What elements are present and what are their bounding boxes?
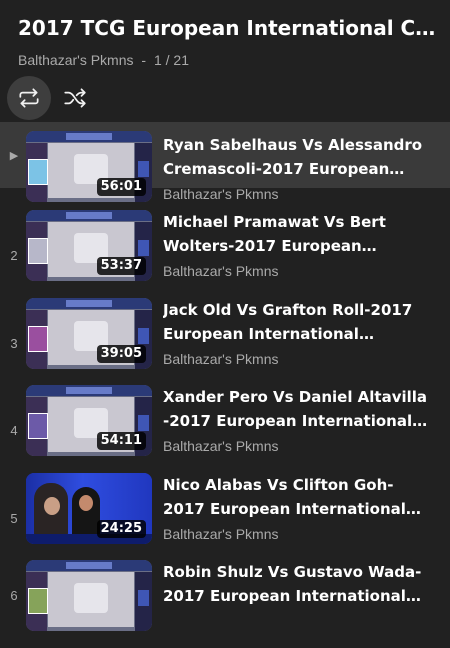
video-meta: Nico Alabas Vs Clifton Goh-2017 European… [163,473,431,561]
video-channel[interactable]: Balthazar's Pkmns [163,438,431,454]
playlist-channel[interactable]: Balthazar's Pkmns [18,52,134,68]
playlist-index: 5 [10,510,18,526]
separator: - [141,52,147,68]
video-meta: Jack Old Vs Grafton Roll-2017 European I… [163,298,431,386]
video-meta: Robin Shulz Vs Gustavo Wada-2017 Europea… [163,560,431,648]
video-title[interactable]: Jack Old Vs Grafton Roll-2017 European I… [163,298,431,346]
video-meta: Xander Pero Vs Daniel Altavilla -2017 Eu… [163,385,431,473]
video-thumbnail[interactable]: 54:11 [26,385,152,456]
loop-icon [19,88,39,108]
video-meta: Ryan Sabelhaus Vs Alessandro Cremascoli-… [163,122,431,202]
video-duration: 54:11 [96,432,146,450]
playlist-index: 6 [10,588,18,603]
video-title[interactable]: Ryan Sabelhaus Vs Alessandro Cremascoli-… [163,133,431,181]
video-title[interactable]: Michael Pramawat Vs Bert Wolters-2017 Eu… [163,210,431,258]
playlist-controls [7,76,450,120]
playlist-items: ▶ 56:01 Ryan Sabelhaus Vs Alessandro Cre… [0,122,450,648]
video-channel[interactable]: Balthazar's Pkmns [163,186,431,202]
playlist-item-3[interactable]: 3 39:05 Jack Old Vs Grafton Roll-2017 Eu… [0,297,450,386]
now-playing-indicator: ▶ [9,149,19,162]
video-title[interactable]: Robin Shulz Vs Gustavo Wada-2017 Europea… [163,560,431,608]
playlist-item-1[interactable]: ▶ 56:01 Ryan Sabelhaus Vs Alessandro Cre… [0,122,450,202]
playlist-subtitle: Balthazar's Pkmns - 1 / 21 [18,52,450,68]
video-thumbnail[interactable]: 39:05 [26,297,152,369]
playlist-item-2[interactable]: 2 53:37 Michael Pramawat Vs Bert Wolters… [0,210,450,298]
video-thumbnail[interactable]: 24:25 [26,472,152,544]
video-title[interactable]: Nico Alabas Vs Clifton Goh-2017 European… [163,473,431,521]
playlist-item-5[interactable]: 5 24:25 Nico Alabas Vs Clifton Goh-2017 … [0,472,450,561]
shuffle-icon [64,88,86,108]
video-duration: 24:25 [96,519,146,538]
playlist-item-6[interactable]: 6 Robin Shulz Vs Gustavo Wada-2017 Europ… [0,560,450,648]
shuffle-button[interactable] [53,76,97,120]
playlist-index: 4 [10,423,18,438]
playlist-index: 2 [10,248,18,263]
loop-button[interactable] [7,76,51,120]
video-thumbnail[interactable]: 56:01 [26,131,152,202]
video-title[interactable]: Xander Pero Vs Daniel Altavilla -2017 Eu… [163,385,431,433]
video-duration: 56:01 [96,178,146,196]
video-channel[interactable]: Balthazar's Pkmns [163,526,431,542]
video-channel[interactable]: Balthazar's Pkmns [163,351,431,367]
playlist-index: 3 [10,335,18,351]
video-meta: Michael Pramawat Vs Bert Wolters-2017 Eu… [163,210,431,298]
video-thumbnail[interactable]: 53:37 [26,210,152,281]
playlist-header: 2017 TCG European International Champion… [0,0,450,68]
video-duration: 53:37 [96,257,146,275]
video-thumbnail[interactable] [26,560,152,631]
playlist-position: 1 / 21 [153,52,189,68]
video-channel[interactable]: Balthazar's Pkmns [163,263,431,279]
video-duration: 39:05 [96,344,146,363]
playlist-item-4[interactable]: 4 54:11 Xander Pero Vs Daniel Altavilla … [0,385,450,473]
playlist-title[interactable]: 2017 TCG European International Champion… [18,14,438,42]
